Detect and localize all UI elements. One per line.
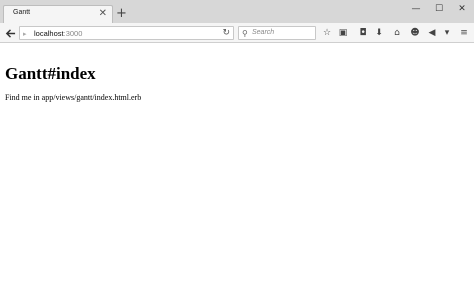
home-icon[interactable]: ⌂ xyxy=(390,26,404,40)
page-content: Gantt#index Find me in app/views/gantt/i… xyxy=(0,44,474,302)
maximize-icon[interactable]: ☐ xyxy=(428,2,450,16)
search-icon: ⚲ xyxy=(242,29,248,38)
page-title: Gantt#index xyxy=(5,64,96,83)
new-tab-icon[interactable]: + xyxy=(116,7,127,21)
pocket-icon[interactable]: ◘ xyxy=(356,26,370,40)
overflow-dropdown-icon[interactable]: ▾ xyxy=(440,26,454,40)
browser-titlebar: Gantt ✕ + — ☐ ✕ xyxy=(0,0,474,23)
tab-title: Gantt xyxy=(13,9,31,16)
reload-icon[interactable]: ↻ xyxy=(222,27,230,40)
tab-close-icon[interactable]: ✕ xyxy=(99,7,107,21)
share-icon[interactable]: ◀ xyxy=(425,26,439,40)
tab-gantt[interactable]: Gantt ✕ xyxy=(3,5,113,23)
reading-list-icon[interactable]: ▣ xyxy=(336,26,350,40)
page-info-icon[interactable]: ▸ xyxy=(23,30,27,38)
page-body-text: Find me in app/views/gantt/index.html.er… xyxy=(5,93,142,102)
browser-toolbar: ▸ localhost:3000 ↻ ⚲ Search ☆ ▣ ◘ ⬇ ⌂ ☻ … xyxy=(0,23,474,43)
url-text: localhost:3000 xyxy=(34,29,83,38)
menu-icon[interactable]: ≡ xyxy=(457,26,471,40)
minimize-icon[interactable]: — xyxy=(405,2,427,16)
search-placeholder: Search xyxy=(252,29,275,36)
download-icon[interactable]: ⬇ xyxy=(372,26,386,40)
bookmark-star-icon[interactable]: ☆ xyxy=(320,26,334,40)
window-close-icon[interactable]: ✕ xyxy=(451,2,473,16)
back-arrow-icon[interactable] xyxy=(2,25,18,41)
url-bar[interactable]: ▸ localhost:3000 ↻ xyxy=(19,26,234,40)
chat-icon[interactable]: ☻ xyxy=(408,26,422,40)
search-bar[interactable]: ⚲ Search xyxy=(238,26,316,40)
